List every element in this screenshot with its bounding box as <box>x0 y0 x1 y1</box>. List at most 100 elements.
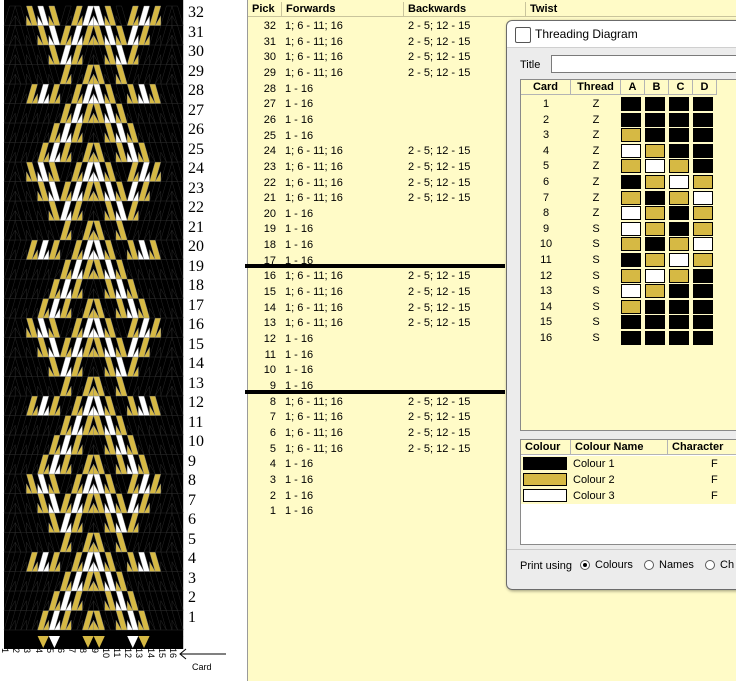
hole-colour-cell[interactable] <box>645 206 665 221</box>
column-header-pick[interactable]: Pick <box>248 2 282 17</box>
hole-colour-cell[interactable] <box>669 190 689 205</box>
threading-row[interactable]: 3Z <box>521 127 736 143</box>
hole-colour-cell[interactable] <box>621 237 641 252</box>
print-option-radio[interactable] <box>705 560 715 570</box>
hole-colour-cell[interactable] <box>621 299 641 314</box>
hole-colour-cell[interactable] <box>693 253 713 267</box>
column-header-forwards[interactable]: Forwards <box>282 2 404 17</box>
hole-colour-cell[interactable] <box>669 112 689 127</box>
colour-swatch[interactable] <box>523 457 567 470</box>
print-option-radio[interactable] <box>644 560 654 570</box>
hole-colour-cell[interactable] <box>669 143 689 158</box>
hole-colour-cell[interactable] <box>693 299 713 314</box>
hole-colour-cell[interactable] <box>645 331 665 345</box>
hole-colour-cell[interactable] <box>645 253 665 267</box>
hole-colour-cell[interactable] <box>693 206 713 221</box>
hole-colour-cell[interactable] <box>693 221 713 236</box>
hole-colour-cell[interactable] <box>645 284 665 299</box>
colour-row[interactable]: Colour 2 F <box>521 472 736 488</box>
threading-row[interactable]: 2Z <box>521 112 736 128</box>
hole-colour-cell[interactable] <box>645 268 665 283</box>
hole-colour-cell[interactable] <box>645 237 665 252</box>
hole-colour-cell[interactable] <box>645 175 665 189</box>
hole-colour-cell[interactable] <box>621 268 641 283</box>
hole-colour-cell[interactable] <box>621 315 641 330</box>
threading-grid[interactable]: Card Thread A B C D 1 Z 2 Z 3 Z 4 Z 5 Z 6 Z 7 Z 8 Z 9 S 10… <box>520 79 736 431</box>
hole-colour-cell[interactable] <box>693 284 713 299</box>
hole-colour-cell[interactable] <box>621 284 641 299</box>
hole-colour-cell[interactable] <box>645 128 665 143</box>
hole-colour-cell[interactable] <box>693 268 713 283</box>
hole-colour-cell[interactable] <box>645 97 665 111</box>
column-header-twist[interactable]: Twist <box>526 2 736 17</box>
hole-colour-cell[interactable] <box>669 221 689 236</box>
threading-row[interactable]: 8Z <box>521 205 736 221</box>
hole-colour-cell[interactable] <box>669 97 689 111</box>
dialog-titlebar[interactable]: Threading Diagram <box>507 21 736 48</box>
hole-colour-cell[interactable] <box>621 97 641 111</box>
hole-colour-cell[interactable] <box>621 221 641 236</box>
colour-swatch[interactable] <box>523 489 567 502</box>
threading-row[interactable]: 7Z <box>521 190 736 206</box>
hole-colour-cell[interactable] <box>669 299 689 314</box>
hole-colour-cell[interactable] <box>693 315 713 330</box>
column-header-backwards[interactable]: Backwards <box>404 2 526 17</box>
hole-colour-cell[interactable] <box>621 143 641 158</box>
threading-row[interactable]: 5Z <box>521 158 736 174</box>
hole-colour-cell[interactable] <box>621 253 641 267</box>
hole-colour-cell[interactable] <box>693 128 713 143</box>
threading-row[interactable]: 16 S <box>521 330 736 346</box>
hole-colour-cell[interactable] <box>693 331 713 345</box>
hole-colour-cell[interactable] <box>621 175 641 189</box>
hole-colour-cell[interactable] <box>669 331 689 345</box>
colour-swatch[interactable] <box>523 473 567 486</box>
print-option-label[interactable]: Colours <box>595 559 633 571</box>
hole-colour-cell[interactable] <box>621 128 641 143</box>
hole-colour-cell[interactable] <box>693 159 713 174</box>
print-option-label[interactable]: Names <box>659 559 694 571</box>
hole-colour-cell[interactable] <box>669 159 689 174</box>
hole-colour-cell[interactable] <box>669 128 689 143</box>
hole-colour-cell[interactable] <box>693 143 713 158</box>
threading-row[interactable]: 13 S <box>521 283 736 299</box>
hole-colour-cell[interactable] <box>645 112 665 127</box>
threading-row[interactable]: 6Z <box>521 174 736 190</box>
threading-row[interactable]: 12 S <box>521 268 736 284</box>
hole-colour-cell[interactable] <box>645 299 665 314</box>
threading-row[interactable]: 4Z <box>521 143 736 159</box>
hole-colour-cell[interactable] <box>669 237 689 252</box>
hole-colour-cell[interactable] <box>693 97 713 111</box>
hole-colour-cell[interactable] <box>669 268 689 283</box>
hole-colour-cell[interactable] <box>645 315 665 330</box>
threading-row[interactable]: 11 S <box>521 252 736 268</box>
print-option-label[interactable]: Ch <box>720 559 734 571</box>
hole-colour-cell[interactable] <box>669 315 689 330</box>
title-input[interactable] <box>551 55 736 73</box>
hole-colour-cell[interactable] <box>693 112 713 127</box>
hole-colour-cell[interactable] <box>621 159 641 174</box>
hole-colour-cell[interactable] <box>669 206 689 221</box>
hole-colour-cell[interactable] <box>645 143 665 158</box>
hole-colour-cell[interactable] <box>669 284 689 299</box>
colour-row[interactable]: Colour 1 F <box>521 456 736 472</box>
hole-colour-cell[interactable] <box>669 175 689 189</box>
colour-row[interactable]: Colour 3 F <box>521 488 736 504</box>
hole-colour-cell[interactable] <box>621 331 641 345</box>
hole-colour-cell[interactable] <box>621 190 641 205</box>
print-option-radio[interactable] <box>580 560 590 570</box>
hole-colour-cell[interactable] <box>621 112 641 127</box>
hole-colour-cell[interactable] <box>645 190 665 205</box>
hole-colour-cell[interactable] <box>645 159 665 174</box>
threading-row[interactable]: 1Z <box>521 96 736 112</box>
threading-row[interactable]: 10 S <box>521 236 736 252</box>
hole-colour-cell[interactable] <box>693 190 713 205</box>
threading-row[interactable]: 9S <box>521 221 736 237</box>
hole-colour-cell[interactable] <box>669 253 689 267</box>
threading-row[interactable]: 14 S <box>521 299 736 315</box>
hole-colour-cell[interactable] <box>621 206 641 221</box>
hole-colour-cell[interactable] <box>693 175 713 189</box>
threading-row[interactable]: 15 S <box>521 314 736 330</box>
colour-table[interactable]: Colour Colour Name Character Colour 1 F Co… <box>520 439 736 545</box>
hole-colour-cell[interactable] <box>693 237 713 252</box>
hole-colour-cell[interactable] <box>645 221 665 236</box>
